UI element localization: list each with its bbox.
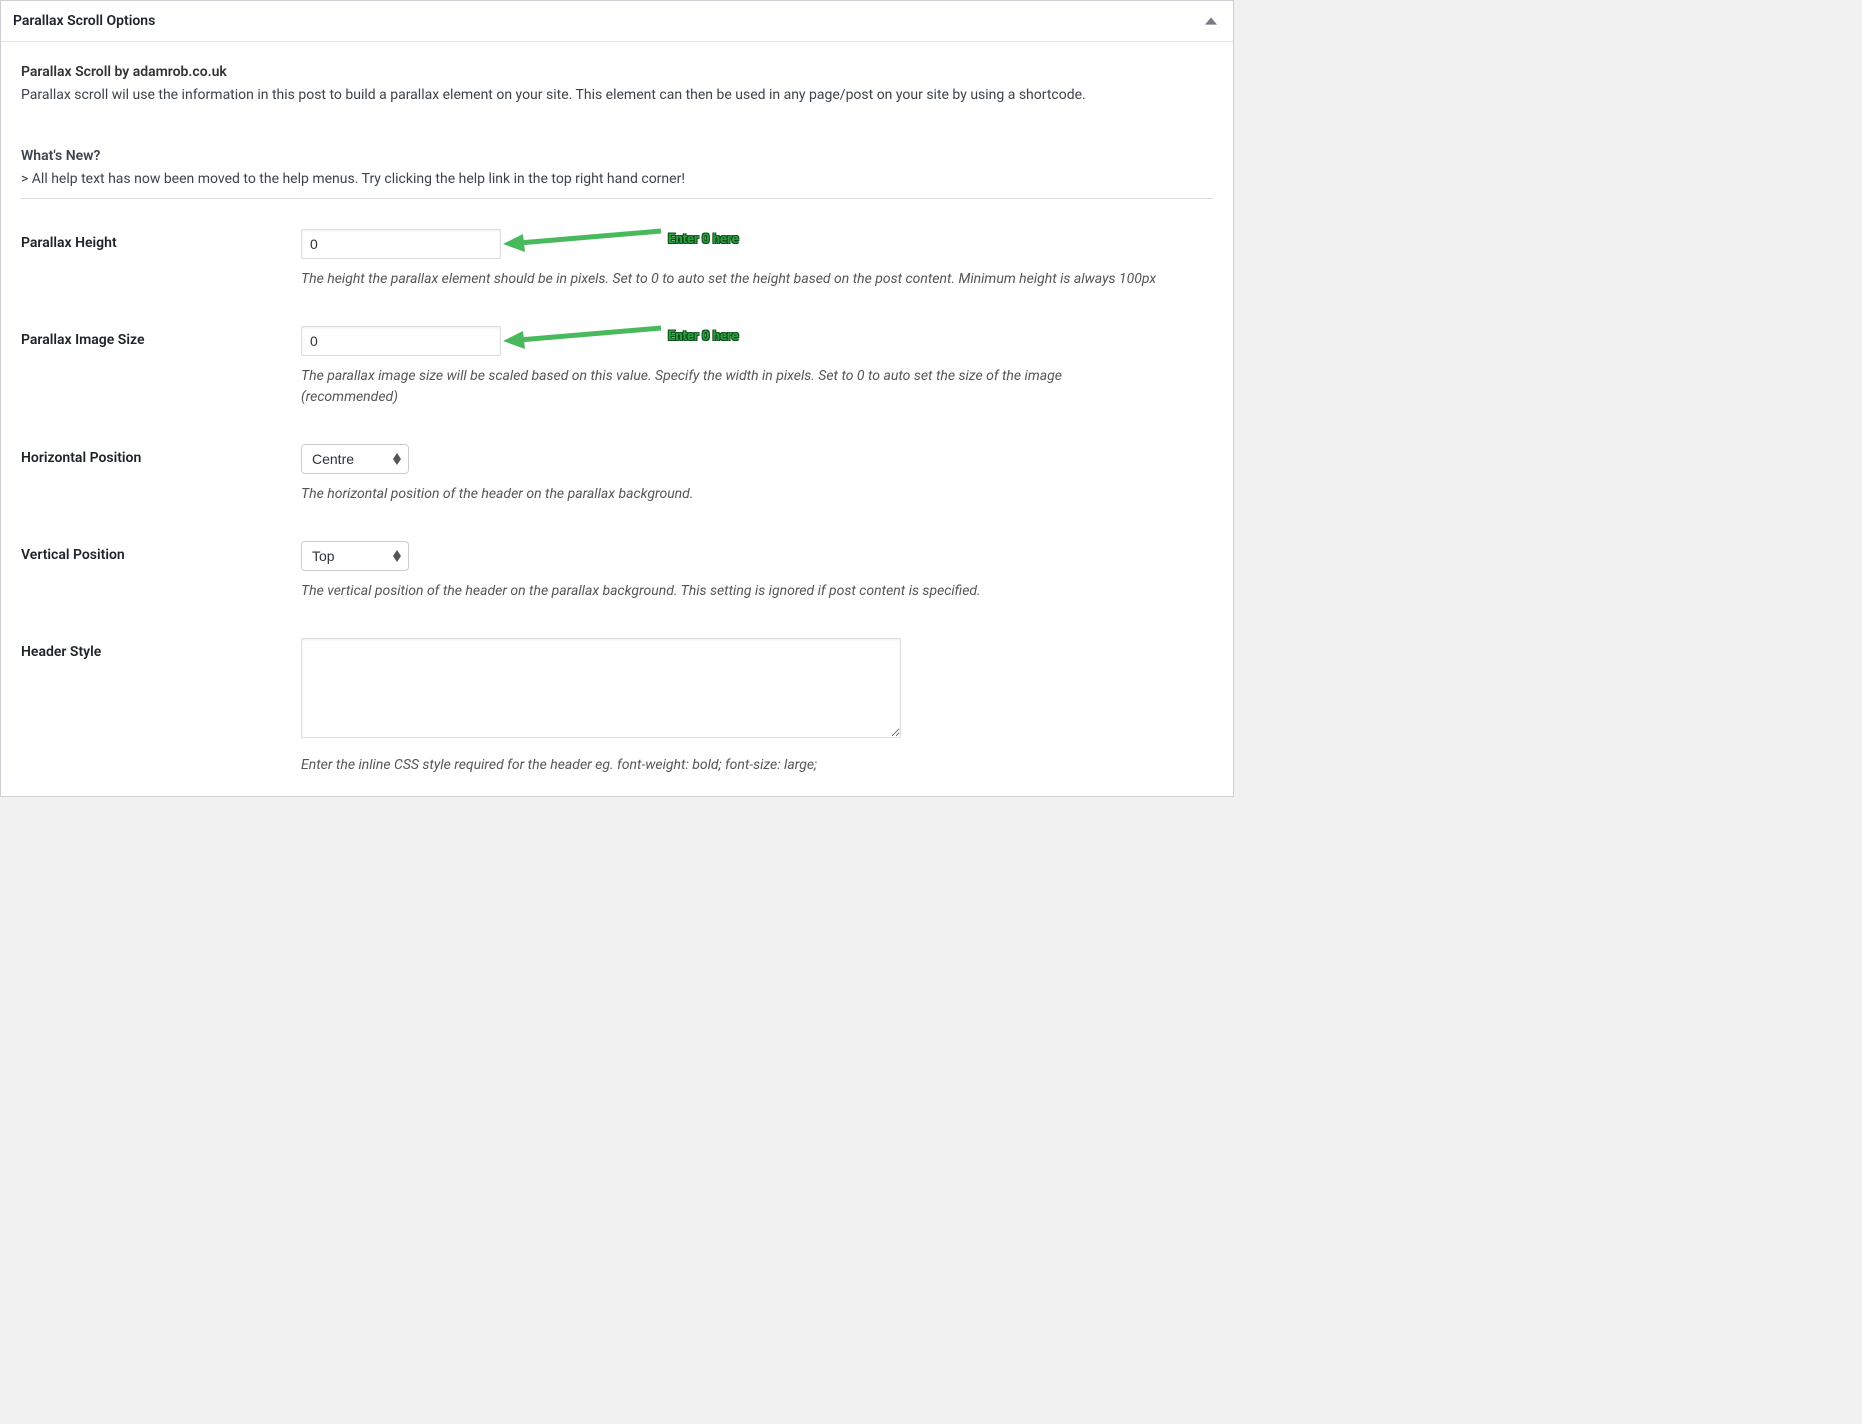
annotation-label-2: Enter 0 here	[668, 327, 739, 347]
label-col: Vertical Position	[21, 541, 301, 566]
parallax-height-label: Parallax Height	[21, 235, 117, 251]
horizontal-position-help: The horizontal position of the header on…	[301, 484, 1161, 505]
select-wrap: Top	[301, 541, 409, 571]
row-parallax-height: Parallax Height Enter 0 here The height …	[21, 229, 1213, 290]
whats-new-text: > All help text has now been moved to th…	[21, 169, 1213, 190]
field-col: Enter the inline CSS style required for …	[301, 638, 1213, 776]
header-style-textarea[interactable]	[301, 638, 901, 738]
parallax-image-size-input[interactable]	[301, 326, 501, 356]
parallax-image-size-label: Parallax Image Size	[21, 332, 144, 348]
row-vertical-position: Vertical Position Top The vertical posit…	[21, 541, 1213, 602]
row-horizontal-position: Horizontal Position Centre The horizonta…	[21, 444, 1213, 505]
arrow-icon	[501, 322, 666, 352]
vertical-position-label: Vertical Position	[21, 547, 125, 563]
horizontal-position-label: Horizontal Position	[21, 450, 141, 466]
annotation-label-1: Enter 0 here	[668, 230, 739, 250]
intro-title: Parallax Scroll by adamrob.co.uk	[21, 64, 227, 80]
parallax-image-size-help: The parallax image size will be scaled b…	[301, 366, 1161, 408]
intro-block: Parallax Scroll by adamrob.co.uk Paralla…	[21, 62, 1213, 190]
annotation-arrow-2: Enter 0 here	[501, 322, 739, 352]
label-col: Horizontal Position	[21, 444, 301, 469]
divider	[21, 198, 1213, 199]
metabox-body: Parallax Scroll by adamrob.co.uk Paralla…	[1, 42, 1233, 796]
metabox-header: Parallax Scroll Options	[1, 1, 1233, 42]
label-col: Header Style	[21, 638, 301, 663]
field-col: Enter 0 here The height the parallax ele…	[301, 229, 1213, 290]
label-col: Parallax Image Size	[21, 326, 301, 351]
field-col: Top The vertical position of the header …	[301, 541, 1213, 602]
parallax-height-input[interactable]	[301, 229, 501, 259]
horizontal-position-select[interactable]: Centre	[301, 444, 409, 474]
collapse-toggle-icon[interactable]	[1201, 11, 1221, 31]
arrow-icon	[501, 225, 666, 255]
parallax-height-help: The height the parallax element should b…	[301, 269, 1161, 290]
whats-new-label: What's New?	[21, 146, 1213, 167]
row-parallax-image-size: Parallax Image Size Enter 0 here The par…	[21, 326, 1213, 408]
vertical-position-help: The vertical position of the header on t…	[301, 581, 1161, 602]
label-col: Parallax Height	[21, 229, 301, 254]
header-style-label: Header Style	[21, 644, 101, 660]
header-style-help: Enter the inline CSS style required for …	[301, 755, 1161, 776]
field-col: Enter 0 here The parallax image size wil…	[301, 326, 1213, 408]
vertical-position-select[interactable]: Top	[301, 541, 409, 571]
field-col: Centre The horizontal position of the he…	[301, 444, 1213, 505]
intro-text: Parallax scroll wil use the information …	[21, 85, 1213, 106]
metabox-title: Parallax Scroll Options	[13, 9, 155, 33]
parallax-options-metabox: Parallax Scroll Options Parallax Scroll …	[0, 0, 1234, 797]
row-header-style: Header Style Enter the inline CSS style …	[21, 638, 1213, 776]
select-wrap: Centre	[301, 444, 409, 474]
annotation-arrow-1: Enter 0 here	[501, 225, 739, 255]
